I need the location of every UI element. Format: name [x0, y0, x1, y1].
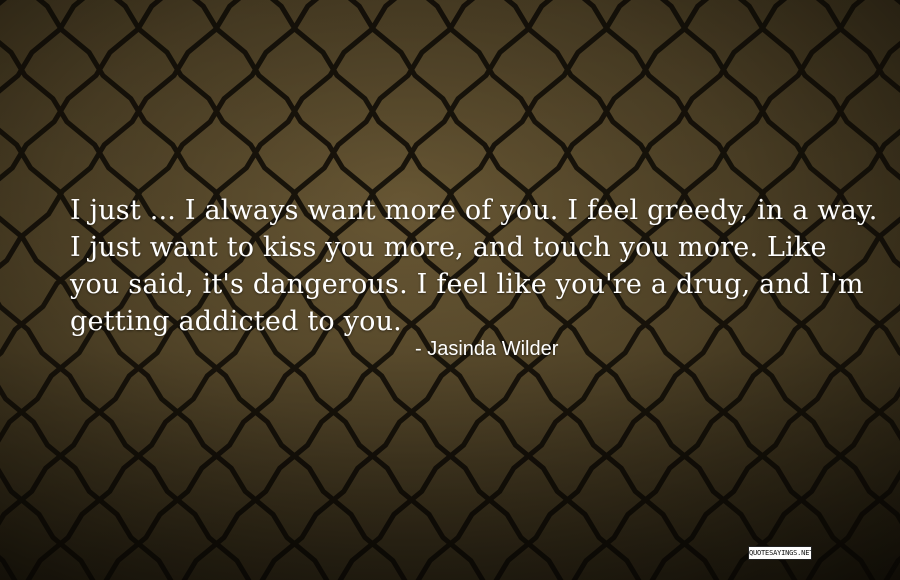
quote-line-2: I just want to kiss you more, and touch …	[70, 232, 827, 263]
quote-line-1: I just ... I always want more of you. I …	[70, 195, 878, 226]
quote-author: - Jasinda Wilder	[415, 338, 559, 360]
quote-line-4: getting addicted to you.	[70, 306, 402, 337]
site-watermark: QUOTESAYINGS.NET	[748, 546, 812, 560]
quote-line-3: you said, it's dangerous. I feel like yo…	[70, 269, 864, 300]
quote-text: I just ... I always want more of you. I …	[70, 192, 878, 340]
quote-card: I just ... I always want more of you. I …	[0, 0, 900, 580]
